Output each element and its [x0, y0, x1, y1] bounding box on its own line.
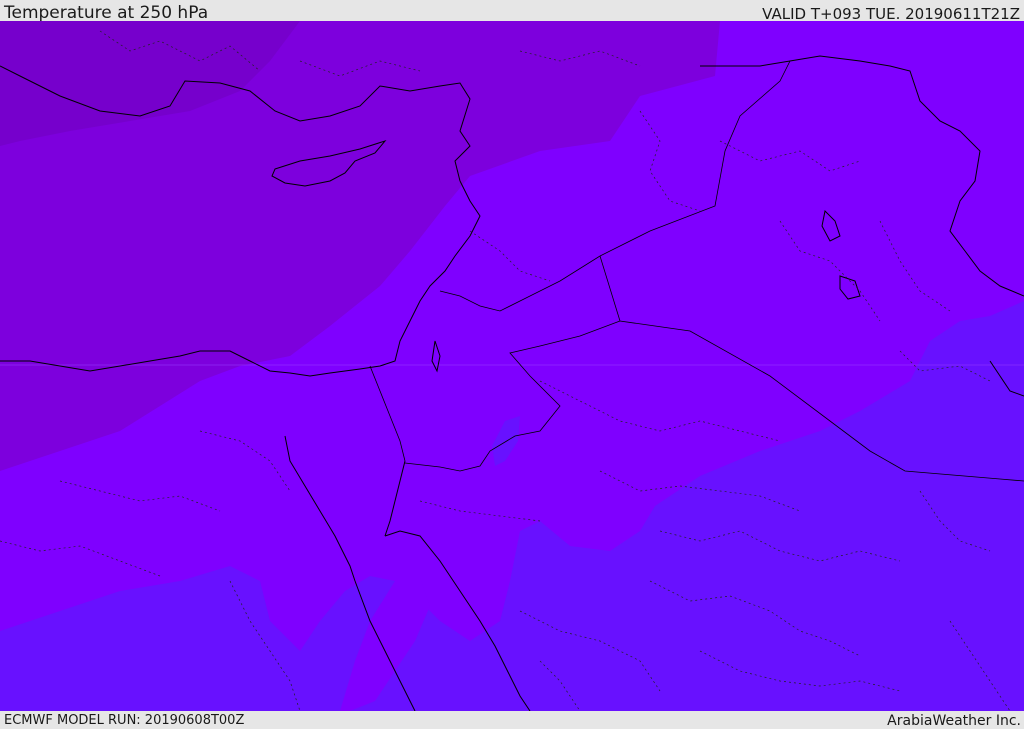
header-bar: Temperature at 250 hPa VALID T+093 TUE. … [0, 0, 1024, 23]
map-area[interactable] [0, 21, 1024, 711]
footer-bar: ECMWF MODEL RUN: 20190608T00Z ArabiaWeat… [0, 711, 1024, 729]
weather-map-svg [0, 21, 1024, 711]
credit-label: ArabiaWeather Inc. [887, 713, 1021, 729]
model-run-label: ECMWF MODEL RUN: 20190608T00Z [4, 713, 245, 728]
map-frame: Temperature at 250 hPa VALID T+093 TUE. … [0, 0, 1024, 729]
